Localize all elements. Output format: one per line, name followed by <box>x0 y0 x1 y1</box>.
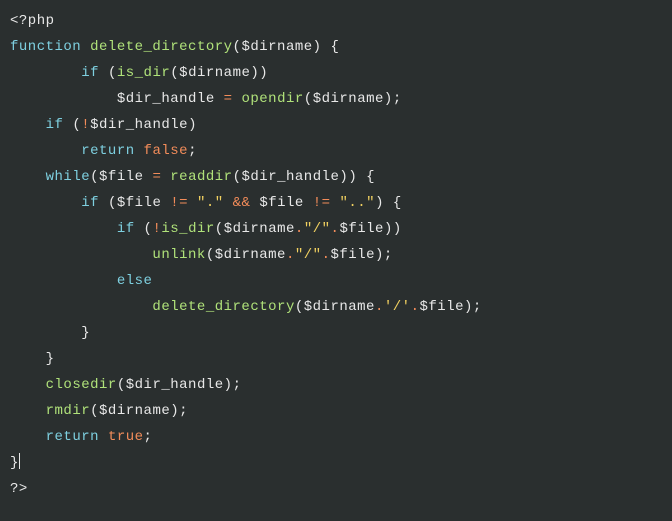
text-cursor <box>19 453 20 469</box>
bool-false: false <box>144 143 189 159</box>
php-code-block: <?php function delete_directory($dirname… <box>0 0 672 510</box>
fn-opendir: opendir <box>241 91 303 107</box>
str-dot: "." <box>197 195 224 211</box>
php-open-tag: <?php <box>10 13 55 29</box>
fn-unlink: unlink <box>152 247 205 263</box>
kw-while: while <box>46 169 91 185</box>
kw-return: return <box>81 143 134 159</box>
str-slash-sq: '/' <box>384 299 411 315</box>
kw-function: function <box>10 39 81 55</box>
kw-if: if <box>81 65 99 81</box>
kw-else: else <box>117 273 153 289</box>
str-dotdot: ".." <box>339 195 375 211</box>
var-dirname: $dirname <box>241 39 312 55</box>
fn-readdir: readdir <box>170 169 232 185</box>
var-file: $file <box>99 169 144 185</box>
php-close-tag: ?> <box>10 481 28 497</box>
fn-rmdir: rmdir <box>46 403 91 419</box>
var-dir-handle: $dir_handle <box>117 91 215 107</box>
fn-closedir: closedir <box>46 377 117 393</box>
fn-delete-directory: delete_directory <box>90 39 232 55</box>
bool-true: true <box>108 429 144 445</box>
fn-is-dir: is_dir <box>117 65 170 81</box>
str-slash: "/" <box>304 221 331 237</box>
